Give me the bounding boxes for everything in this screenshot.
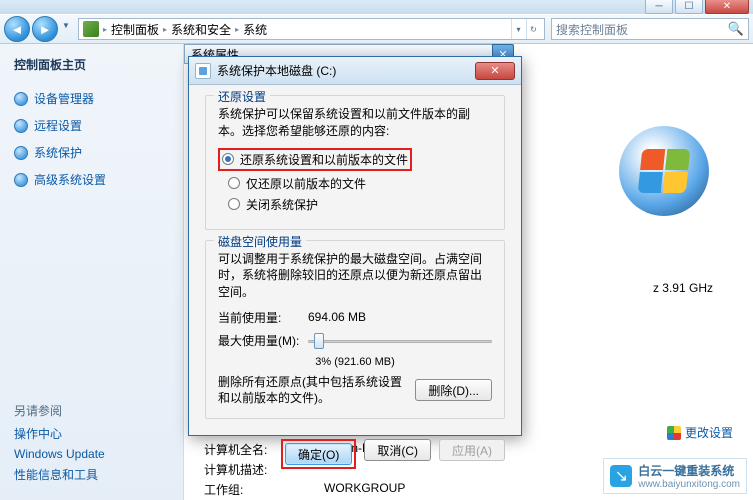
- highlight-box: 确定(O): [281, 439, 356, 469]
- ok-button[interactable]: 确定(O): [285, 443, 352, 465]
- watermark: ↘ 白云一键重装系统 www.baiyunxitong.com: [603, 458, 747, 494]
- radio-label: 还原系统设置和以前版本的文件: [240, 151, 408, 168]
- windows-logo: [619, 126, 709, 216]
- shield-icon: [14, 119, 28, 133]
- current-usage-label: 当前使用量:: [218, 309, 308, 326]
- watermark-brand: 白云一键重装系统: [638, 462, 740, 479]
- radio-icon: [228, 177, 240, 189]
- sidebar-footer-heading: 另请参阅: [14, 402, 169, 419]
- watermark-icon: ↘: [610, 465, 632, 487]
- nav-history-dropdown[interactable]: ▼: [60, 16, 72, 34]
- breadcrumb[interactable]: ▸ 控制面板 ▸ 系统和安全 ▸ 系统 ▾ ↻: [78, 18, 545, 40]
- chevron-right-icon: ▸: [163, 25, 167, 34]
- slider-track: [308, 340, 492, 343]
- dialog-close-button[interactable]: ✕: [475, 62, 515, 80]
- minimize-button[interactable]: ─: [645, 0, 673, 14]
- sidebar-link-label: Windows Update: [14, 447, 105, 461]
- close-button[interactable]: ✕: [705, 0, 749, 14]
- radio-disable-protection[interactable]: 关闭系统保护: [228, 196, 492, 213]
- dialog-title-label: 系统保护本地磁盘 (C:): [217, 62, 336, 79]
- slider-thumb[interactable]: [314, 333, 324, 349]
- link-label: 更改设置: [685, 424, 733, 441]
- delete-button[interactable]: 删除(D)...: [415, 379, 492, 401]
- group-description: 可以调整用于系统保护的最大磁盘空间。占满空间时，系统将删除较旧的还原点以便为新还…: [218, 251, 492, 301]
- dialog-button-row: 确定(O) 取消(C) 应用(A): [189, 439, 521, 481]
- shield-icon: [14, 92, 28, 106]
- breadcrumb-item[interactable]: 系统和安全: [171, 21, 231, 38]
- drive-icon: [195, 63, 211, 79]
- sidebar-link-remote[interactable]: 远程设置: [14, 117, 169, 134]
- delete-description: 删除所有还原点(其中包括系统设置和以前版本的文件)。: [218, 374, 407, 406]
- apply-button: 应用(A): [439, 439, 505, 461]
- radio-icon: [228, 198, 240, 210]
- change-settings-link[interactable]: 更改设置: [667, 424, 733, 441]
- radio-restore-all[interactable]: 还原系统设置和以前版本的文件: [222, 151, 408, 168]
- max-usage-slider[interactable]: [308, 332, 492, 350]
- info-label: 工作组:: [204, 481, 324, 498]
- sidebar-link-advanced[interactable]: 高级系统设置: [14, 171, 169, 188]
- control-panel-icon: [83, 21, 99, 37]
- breadcrumb-dropdown[interactable]: ▾: [511, 19, 525, 39]
- slider-caption: 3% (921.60 MB): [218, 356, 492, 368]
- radio-restore-files[interactable]: 仅还原以前版本的文件: [228, 175, 492, 192]
- sidebar-link-label: 性能信息和工具: [14, 466, 98, 483]
- radio-label: 仅还原以前版本的文件: [246, 175, 366, 192]
- explorer-toolbar: ◄ ► ▼ ▸ 控制面板 ▸ 系统和安全 ▸ 系统 ▾ ↻ 搜索控制面板 🔍: [0, 14, 753, 44]
- shield-icon: [14, 146, 28, 160]
- group-description: 系统保护可以保留系统设置和以前文件版本的副本。选择您希望能够还原的内容:: [218, 106, 492, 140]
- back-button[interactable]: ◄: [4, 16, 30, 42]
- sidebar-footer-perf-info[interactable]: 性能信息和工具: [14, 466, 169, 483]
- watermark-url: www.baiyunxitong.com: [638, 479, 740, 490]
- max-usage-label: 最大使用量(M):: [218, 332, 308, 349]
- cancel-button[interactable]: 取消(C): [364, 439, 431, 461]
- window-titlebar: ─ ☐ ✕: [0, 0, 753, 14]
- maximize-button[interactable]: ☐: [675, 0, 703, 14]
- highlight-box: 还原系统设置和以前版本的文件: [218, 148, 412, 171]
- protection-dialog: 系统保护本地磁盘 (C:) ✕ 还原设置 系统保护可以保留系统设置和以前文件版本…: [188, 56, 522, 436]
- disk-usage-group: 磁盘空间使用量 可以调整用于系统保护的最大磁盘空间。占满空间时，系统将删除较旧的…: [205, 240, 505, 420]
- breadcrumb-item[interactable]: 控制面板: [111, 21, 159, 38]
- refresh-button[interactable]: ↻: [526, 19, 540, 39]
- forward-button[interactable]: ►: [32, 16, 58, 42]
- search-input[interactable]: 搜索控制面板 🔍: [551, 18, 749, 40]
- sidebar-link-label: 系统保护: [34, 144, 82, 161]
- sidebar-link-label: 远程设置: [34, 117, 82, 134]
- sidebar-title: 控制面板主页: [14, 56, 169, 73]
- sidebar-link-label: 高级系统设置: [34, 171, 106, 188]
- breadcrumb-item[interactable]: 系统: [243, 21, 267, 38]
- chevron-right-icon: ▸: [103, 25, 107, 34]
- uac-shield-icon: [667, 426, 681, 440]
- group-legend: 还原设置: [214, 88, 270, 105]
- dialog-titlebar[interactable]: 系统保护本地磁盘 (C:) ✕: [189, 57, 521, 85]
- sidebar-footer-windows-update[interactable]: Windows Update: [14, 447, 169, 461]
- sidebar-footer-action-center[interactable]: 操作中心: [14, 425, 169, 442]
- info-value: WORKGROUP: [324, 481, 405, 498]
- group-legend: 磁盘空间使用量: [214, 233, 306, 250]
- chevron-right-icon: ▸: [235, 25, 239, 34]
- search-placeholder: 搜索控制面板: [556, 21, 628, 38]
- restore-settings-group: 还原设置 系统保护可以保留系统设置和以前文件版本的副本。选择您希望能够还原的内容…: [205, 95, 505, 230]
- sidebar-link-label: 操作中心: [14, 425, 62, 442]
- sidebar: 控制面板主页 设备管理器 远程设置 系统保护 高级系统设置 另请参阅 操作中心 …: [0, 44, 184, 500]
- cpu-ghz-text: z 3.91 GHz: [653, 281, 713, 295]
- sidebar-link-label: 设备管理器: [34, 90, 94, 107]
- radio-label: 关闭系统保护: [246, 196, 318, 213]
- search-icon: 🔍: [728, 21, 744, 37]
- current-usage-value: 694.06 MB: [308, 310, 366, 324]
- radio-icon: [222, 153, 234, 165]
- shield-icon: [14, 173, 28, 187]
- sidebar-link-protection[interactable]: 系统保护: [14, 144, 169, 161]
- sidebar-link-device-manager[interactable]: 设备管理器: [14, 90, 169, 107]
